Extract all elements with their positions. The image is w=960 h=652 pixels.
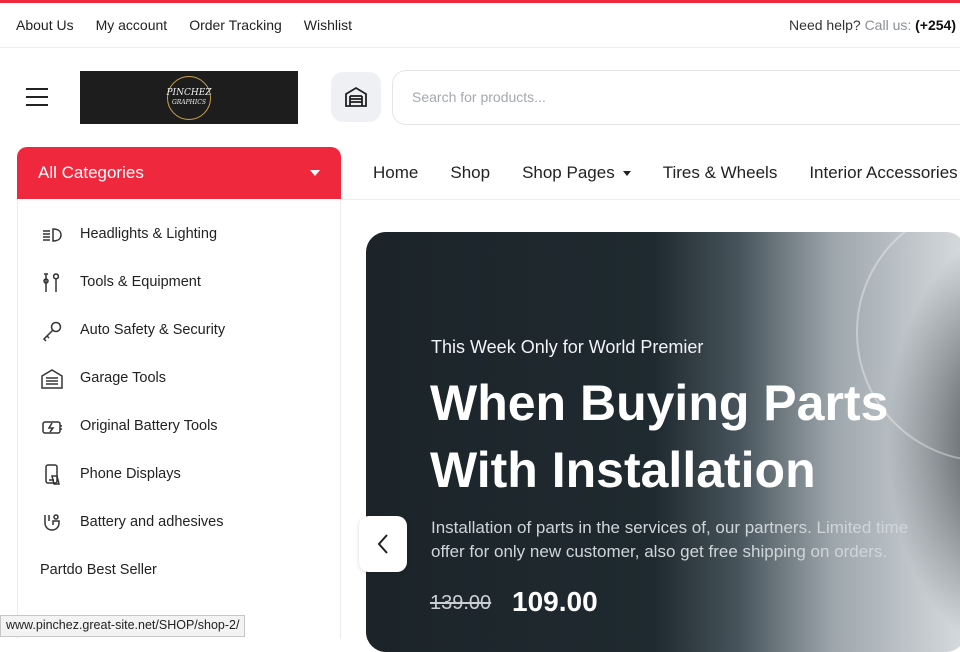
category-headlights[interactable]: Headlights & Lighting xyxy=(18,211,340,259)
help-contact: Need help? Call us: (+254) xyxy=(789,17,956,33)
order-tracking-link[interactable]: Order Tracking xyxy=(189,17,282,33)
logo-text-sub: GRAPHICS xyxy=(172,99,206,106)
hero-description-line: Installation of parts in the services of… xyxy=(431,518,909,537)
search-box xyxy=(392,70,960,125)
category-label: Phone Displays xyxy=(80,466,181,482)
hamburger-icon[interactable] xyxy=(26,88,48,106)
hero-title: When Buying Parts With Installation xyxy=(430,370,888,504)
my-account-link[interactable]: My account xyxy=(96,17,168,33)
help-text: Need help? xyxy=(789,17,861,33)
adhesive-icon xyxy=(44,514,60,531)
old-price: 139.00 xyxy=(430,592,492,614)
hero-title-line: When Buying Parts xyxy=(430,375,889,431)
battery-icon xyxy=(42,421,62,434)
top-bar: About Us My account Order Tracking Wishl… xyxy=(0,3,960,48)
hero-banner: This Week Only for World Premier When Bu… xyxy=(366,232,960,652)
key-icon xyxy=(42,321,62,342)
nav-label: Home xyxy=(373,163,419,182)
logo-text-main: PINCHEZ xyxy=(166,88,212,98)
search-input[interactable] xyxy=(412,89,912,105)
hero-eyebrow: This Week Only for World Premier xyxy=(431,337,704,357)
about-us-link[interactable]: About Us xyxy=(16,17,74,33)
category-garage-tools[interactable]: Garage Tools xyxy=(18,355,340,403)
browser-status-url: www.pinchez.great-site.net/SHOP/shop-2/ xyxy=(0,615,246,637)
garage-button[interactable] xyxy=(331,72,381,122)
hero-description: Installation of parts in the services of… xyxy=(431,516,908,564)
site-header: PINCHEZ GRAPHICS xyxy=(0,48,960,146)
nav-label: Shop xyxy=(450,163,491,182)
all-categories-button[interactable]: All Categories xyxy=(17,147,341,199)
hero-description-line: offer for only new customer, also get fr… xyxy=(431,542,888,561)
nav-label: Interior Accessories xyxy=(809,163,958,182)
category-label: Battery and adhesives xyxy=(80,514,224,530)
garage-icon xyxy=(345,86,367,107)
chevron-left-icon xyxy=(377,534,388,554)
category-list: Headlights & Lighting Tools & Equipment … xyxy=(17,199,341,639)
category-label: Garage Tools xyxy=(80,370,166,386)
category-label: Headlights & Lighting xyxy=(80,226,218,242)
slider-prev-button[interactable] xyxy=(359,516,407,572)
all-categories-label: All Categories xyxy=(38,163,144,182)
call-us-label: Call us: xyxy=(864,17,912,33)
nav-tires-wheels[interactable]: Tires & Wheels xyxy=(647,163,794,183)
category-label: Original Battery Tools xyxy=(80,418,218,434)
phone-number[interactable]: (+254) xyxy=(915,17,956,33)
nav-shop[interactable]: Shop xyxy=(434,163,506,183)
category-tools[interactable]: Tools & Equipment xyxy=(18,259,340,307)
new-price: 109.00 xyxy=(512,586,598,617)
main-nav: Home Shop Shop Pages Tires & Wheels Inte… xyxy=(357,147,960,199)
phone-display-icon xyxy=(45,464,60,485)
category-battery-tools[interactable]: Original Battery Tools xyxy=(18,403,340,451)
logo-emblem: PINCHEZ GRAPHICS xyxy=(166,75,212,120)
category-label: Auto Safety & Security xyxy=(80,322,226,338)
site-logo[interactable]: PINCHEZ GRAPHICS xyxy=(80,71,298,124)
category-label: Tools & Equipment xyxy=(80,274,201,290)
nav-label: Shop Pages xyxy=(522,163,615,182)
nav-home[interactable]: Home xyxy=(357,163,434,183)
category-phone-displays[interactable]: Phone Displays xyxy=(18,451,340,499)
headlight-icon xyxy=(43,228,62,242)
category-auto-safety[interactable]: Auto Safety & Security xyxy=(18,307,340,355)
hero-title-line: With Installation xyxy=(430,442,816,498)
wishlist-link[interactable]: Wishlist xyxy=(304,17,352,33)
nav-label: Tires & Wheels xyxy=(662,163,778,182)
category-battery-adhesives[interactable]: Battery and adhesives xyxy=(18,499,340,547)
tools-icon xyxy=(43,273,60,292)
garage-icon xyxy=(41,369,63,389)
caret-down-icon xyxy=(310,170,320,176)
best-seller-link[interactable]: Partdo Best Seller xyxy=(40,562,157,578)
nav-divider xyxy=(341,199,960,200)
caret-down-icon xyxy=(622,170,631,176)
nav-interior-accessories[interactable]: Interior Accessories xyxy=(793,163,960,183)
nav-shop-pages[interactable]: Shop Pages xyxy=(506,163,647,183)
